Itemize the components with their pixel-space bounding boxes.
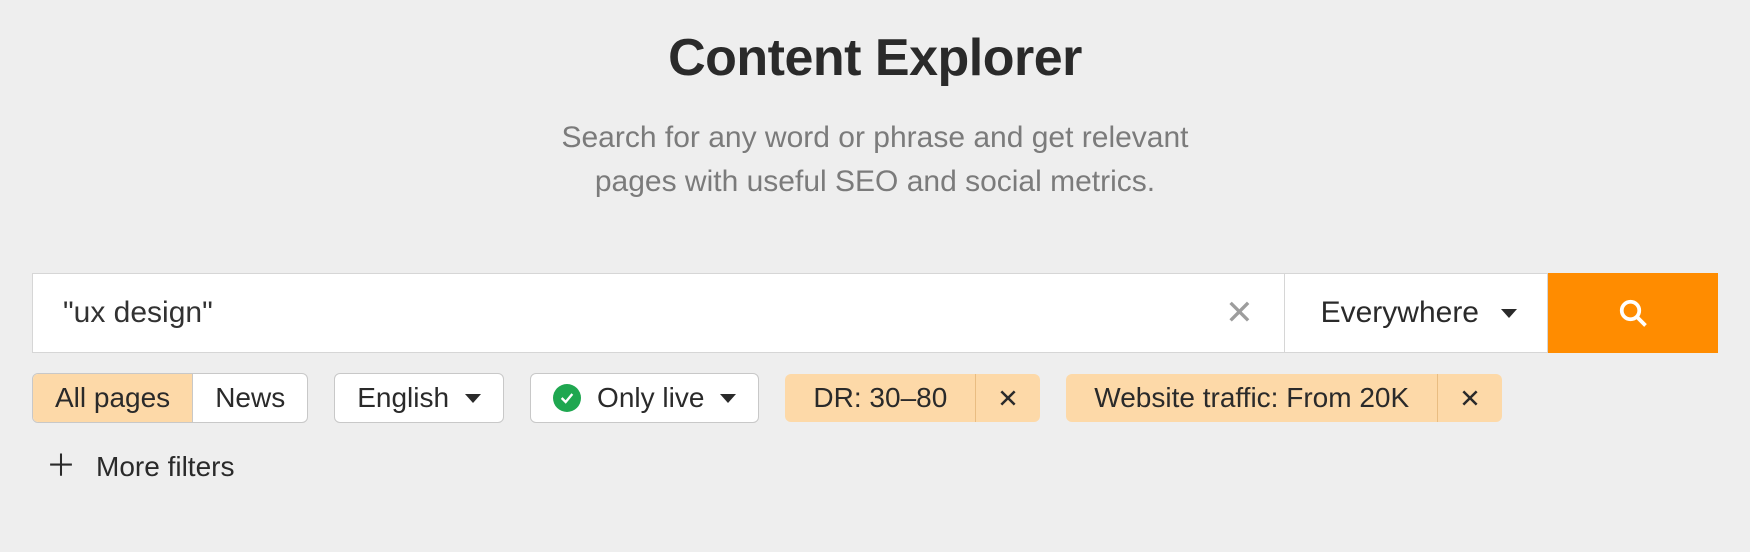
language-filter[interactable]: English [334,373,504,423]
search-scope-label: Everywhere [1321,296,1479,330]
subtitle-line-2: pages with useful SEO and social metrics… [0,160,1750,204]
search-input-container: ✕ [32,273,1285,353]
close-icon [998,388,1018,408]
search-scope-select[interactable]: Everywhere [1285,273,1548,353]
search-icon [1618,298,1648,328]
page-type-segment: All pages News [32,373,308,423]
more-filters-button[interactable]: ＋ More filters [46,451,1750,483]
tab-all-pages[interactable]: All pages [33,374,192,422]
tab-news[interactable]: News [192,374,307,422]
only-live-filter[interactable]: Only live [530,373,759,423]
language-filter-label: English [357,382,449,414]
page-subtitle: Search for any word or phrase and get re… [0,116,1750,203]
website-traffic-filter-chip: Website traffic: From 20K [1066,374,1502,422]
close-icon [1460,388,1480,408]
dr-filter-label[interactable]: DR: 30–80 [785,374,975,422]
only-live-label: Only live [597,382,704,414]
website-traffic-filter-label[interactable]: Website traffic: From 20K [1066,374,1437,422]
plus-icon: ＋ [46,452,76,482]
search-input[interactable] [63,296,1219,330]
chevron-down-icon [1501,309,1517,318]
search-bar: ✕ Everywhere [32,273,1718,353]
website-traffic-filter-remove[interactable] [1437,374,1502,422]
dr-filter-chip: DR: 30–80 [785,374,1040,422]
clear-icon[interactable]: ✕ [1219,296,1260,330]
more-filters-label: More filters [96,451,234,483]
filters-row: All pages News English Only live DR: 30–… [32,373,1718,423]
page-title: Content Explorer [0,28,1750,88]
chevron-down-icon [465,394,481,403]
subtitle-line-1: Search for any word or phrase and get re… [0,116,1750,160]
check-circle-icon [553,384,581,412]
dr-filter-remove[interactable] [975,374,1040,422]
search-button[interactable] [1548,273,1718,353]
chevron-down-icon [720,394,736,403]
